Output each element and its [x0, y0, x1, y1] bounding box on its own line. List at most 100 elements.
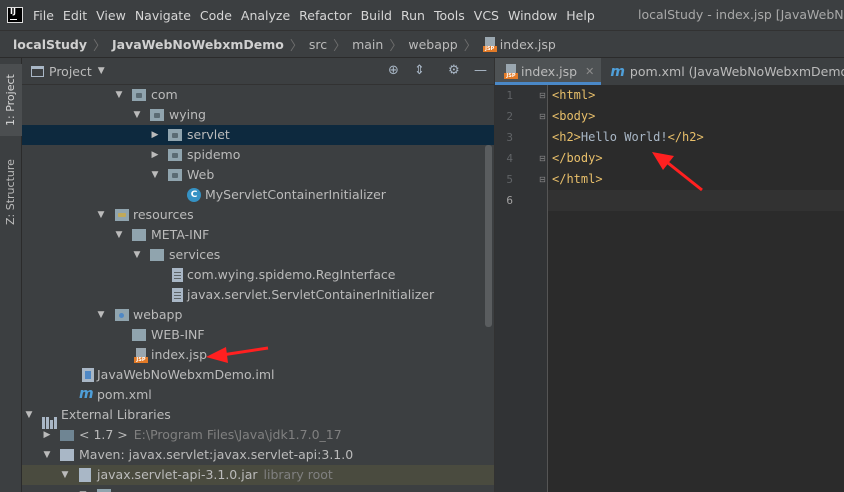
expanded-arrow-icon[interactable]: ▼ [24, 405, 34, 425]
menu-edit[interactable]: Edit [63, 8, 87, 23]
tree-item-web-inf[interactable]: WEB-INF [22, 325, 494, 345]
menu-file[interactable]: File [33, 8, 54, 23]
tree-item-maven-servlet-api[interactable]: ▼ Maven: javax.servlet:javax.servlet-api… [22, 445, 494, 465]
menu-code[interactable]: Code [200, 8, 232, 23]
tree-item-index-jsp[interactable]: JSP index.jsp [22, 345, 494, 365]
menu-tools[interactable]: Tools [434, 8, 465, 23]
breadcrumb-separator-icon: 〉 [333, 38, 347, 54]
menu-build[interactable]: Build [361, 8, 392, 23]
tree-item-myservletcontainerinitializer[interactable]: C MyServletContainerInitializer [22, 185, 494, 205]
tab-label: pom.xml (JavaWebNoWebxmDemo) [629, 64, 844, 79]
tree-item-label: index.jsp [151, 347, 208, 362]
tree-item-label: webapp [133, 307, 183, 322]
fold-open-icon[interactable]: ⊟ [539, 106, 546, 127]
tag: <h2> [552, 130, 581, 144]
collapse-all-icon[interactable]: ⇕ [414, 63, 425, 78]
breadcrumb-file[interactable]: index.jsp [500, 37, 556, 52]
menu-analyze[interactable]: Analyze [241, 8, 290, 23]
hide-panel-icon[interactable]: — [474, 63, 487, 78]
tree-item-iml[interactable]: JavaWebNoWebxmDemo.iml [22, 365, 494, 385]
tree-item-wying[interactable]: ▼ wying [22, 105, 494, 125]
tree-item-web[interactable]: ▼ Web [22, 165, 494, 185]
code-line-5: </html> [552, 169, 603, 190]
tag: <body> [552, 109, 596, 123]
expanded-arrow-icon[interactable]: ▼ [96, 205, 106, 225]
tab-index-jsp[interactable]: JSP index.jsp ✕ [495, 58, 602, 85]
folder-icon [168, 149, 182, 161]
tree-item-label: resources [133, 207, 194, 222]
maven-lib-icon [60, 449, 74, 461]
tree-item-label: Maven: javax.servlet:javax.servlet-api:3… [79, 447, 354, 462]
tree-item-reginterface[interactable]: com.wying.spidemo.RegInterface [22, 265, 494, 285]
tree-scrollbar[interactable] [485, 145, 492, 327]
tree-item-library-root: library root [263, 467, 333, 482]
expanded-arrow-icon[interactable]: ▼ [132, 245, 142, 265]
iml-file-icon [82, 368, 94, 382]
menu-refactor[interactable]: Refactor [299, 8, 351, 23]
expanded-arrow-icon[interactable]: ▼ [150, 165, 160, 185]
expanded-arrow-icon[interactable]: ▼ [114, 85, 124, 105]
menu-bar: IJ File Edit View Navigate Code Analyze … [0, 0, 844, 30]
code-line-2: <body> [552, 106, 595, 127]
folder-icon [168, 129, 182, 141]
fold-close-icon[interactable]: ⊟ [539, 169, 546, 190]
structure-tool-tab[interactable]: Z: Structure [0, 152, 22, 232]
maven-file-icon: m [610, 63, 625, 80]
maven-file-icon: m [79, 386, 94, 402]
tree-item-resources[interactable]: ▼ resources [22, 205, 494, 225]
tree-item-meta-inf[interactable]: ▼ META-INF [22, 225, 494, 245]
gear-icon[interactable]: ⚙ [448, 63, 460, 78]
tree-item-label: wying [169, 107, 206, 122]
tree-item-label: services [169, 247, 221, 262]
intellij-logo-icon: IJ [7, 7, 23, 23]
folder-icon [150, 109, 164, 121]
tree-item-spidemo[interactable]: ▶ spidemo [22, 145, 494, 165]
menu-window[interactable]: Window [508, 8, 557, 23]
fold-close-icon[interactable]: ⊟ [539, 148, 546, 169]
tree-item-label: javax.servlet-api-3.1.0.jar [97, 467, 258, 482]
tree-item-webapp[interactable]: ▼ webapp [22, 305, 494, 325]
editor-tab-bar: JSP index.jsp ✕ m pom.xml (JavaWebNoWebx… [494, 58, 844, 85]
breadcrumb-module[interactable]: JavaWebNoWebxmDemo [112, 37, 284, 52]
expanded-arrow-icon[interactable]: ▼ [60, 465, 70, 485]
tab-pom-xml[interactable]: m pom.xml (JavaWebNoWebxmDemo) [601, 58, 844, 85]
tree-item-pom-xml[interactable]: m pom.xml [22, 385, 494, 405]
folder-icon [132, 229, 146, 241]
tree-item-external-libraries[interactable]: ▼ External Libraries [22, 405, 494, 429]
code-line-3: <h2>Hello World!</h2> [552, 127, 704, 148]
fold-open-icon[interactable]: ⊟ [539, 85, 546, 106]
tree-item-servlet-api-jar[interactable]: ▼ javax.servlet-api-3.1.0.jar library roo… [22, 465, 494, 485]
menu-view[interactable]: View [96, 8, 126, 23]
file-icon [172, 288, 183, 302]
current-line-highlight [548, 190, 844, 211]
expanded-arrow-icon[interactable]: ▼ [96, 305, 106, 325]
breadcrumb-src[interactable]: src [309, 37, 327, 52]
menu-help[interactable]: Help [566, 8, 595, 23]
expanded-arrow-icon[interactable]: ▼ [132, 105, 142, 125]
project-panel-title[interactable]: Project [49, 64, 92, 79]
tree-item-label: servlet [187, 127, 230, 142]
project-tool-tab[interactable]: 1: Project [0, 64, 22, 136]
tree-item-servlet[interactable]: ▶ servlet [22, 125, 494, 145]
view-selector-chevron-down-icon[interactable]: ▼ [98, 66, 105, 76]
expanded-arrow-icon[interactable]: ▼ [42, 445, 52, 465]
tree-item-servletcontainerinitializer[interactable]: javax.servlet.ServletContainerInitialize… [22, 285, 494, 305]
collapsed-arrow-icon[interactable]: ▶ [150, 125, 160, 145]
close-icon[interactable]: ✕ [585, 65, 594, 78]
locate-target-icon[interactable]: ⊕ [388, 63, 399, 78]
expanded-arrow-icon[interactable]: ▼ [78, 485, 88, 492]
collapsed-arrow-icon[interactable]: ▶ [42, 425, 52, 445]
collapsed-arrow-icon[interactable]: ▶ [150, 145, 160, 165]
breadcrumb-project[interactable]: localStudy [13, 37, 87, 52]
tree-item-com[interactable]: ▼ com [22, 85, 494, 105]
tree-item-jdk[interactable]: ▶ < 1.7 > E:\Program Files\Java\jdk1.7.0_… [22, 425, 494, 445]
menu-vcs[interactable]: VCS [474, 8, 499, 23]
breadcrumb-webapp[interactable]: webapp [408, 37, 457, 52]
tree-item-services[interactable]: ▼ services [22, 245, 494, 265]
menu-navigate[interactable]: Navigate [135, 8, 191, 23]
expanded-arrow-icon[interactable]: ▼ [114, 225, 124, 245]
code-editor[interactable]: 1 2 3 4 5 6 ⊟ ⊟ ⊟ ⊟ <html> <body> <h2>He… [494, 85, 844, 492]
menu-run[interactable]: Run [401, 8, 425, 23]
breadcrumb-main[interactable]: main [352, 37, 383, 52]
tree-item-partial[interactable]: ▼ [22, 485, 494, 492]
